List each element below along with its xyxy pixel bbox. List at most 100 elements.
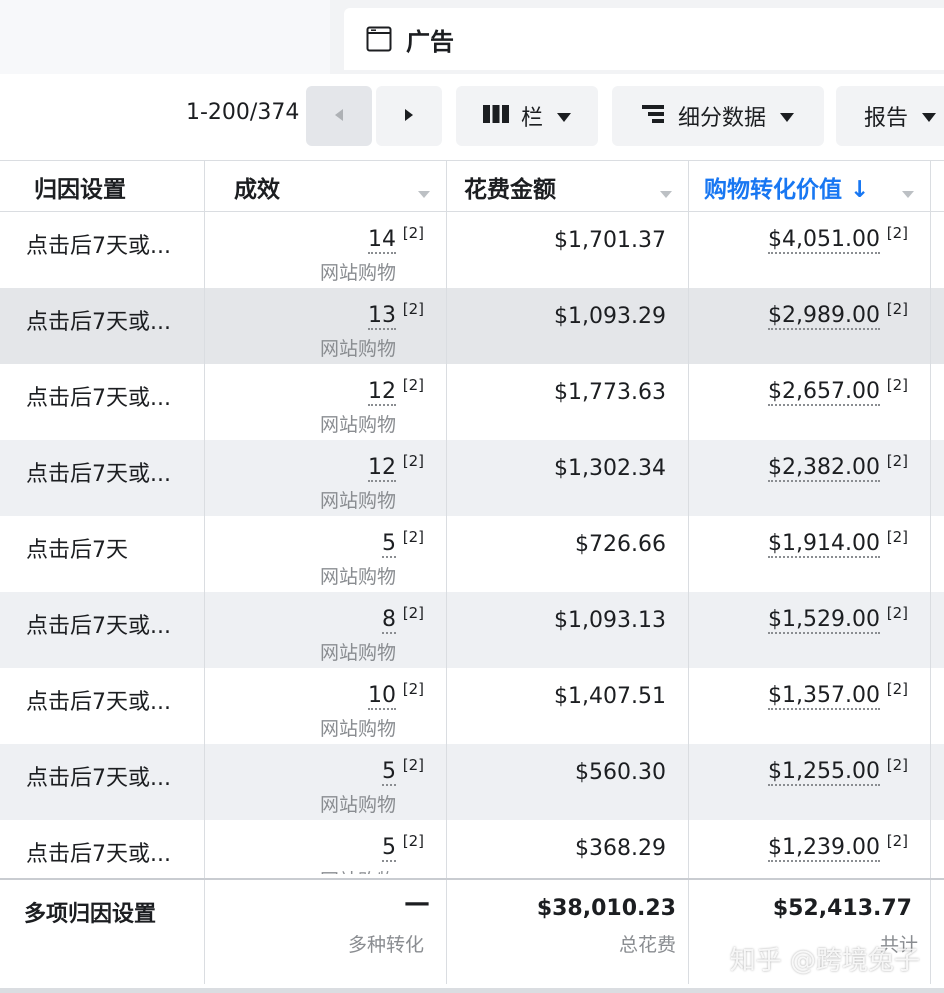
totals-spend: $38,010.23	[536, 896, 676, 921]
bottom-border	[0, 988, 944, 993]
table-row[interactable]: 点击后7天 5 [2] 网站购物 $726.66 $1,914.00 [2]	[0, 516, 944, 592]
cell-results: 13 [2] 网站购物	[204, 288, 446, 364]
purchase-value-footnote[interactable]: [2]	[887, 680, 908, 698]
table-row[interactable]: 点击后7天或... 10 [2] 网站购物 $1,407.51 $1,357.00 [2]	[0, 668, 944, 744]
attribution-text: 点击后7天或...	[26, 766, 171, 791]
purchase-value[interactable]: $1,239.00	[768, 836, 880, 862]
table-row[interactable]: 点击后7天或... 8 [2] 网站购物 $1,093.13 $1,529.00 [2]	[0, 592, 944, 668]
totals-purchase-value: $52,413.77	[772, 896, 912, 921]
results-value[interactable]: 5	[382, 760, 396, 786]
table-row[interactable]: 点击后7天或... 14 [2] 网站购物 $1,701.37 $4,051.00 [2]	[0, 212, 944, 288]
cell-spend: $1,302.34	[446, 440, 688, 516]
attribution-text: 点击后7天	[26, 538, 128, 563]
purchase-value[interactable]: $2,382.00	[768, 456, 880, 482]
table-row[interactable]: 点击后7天或... 13 [2] 网站购物 $1,093.29 $2,989.00 [2]	[0, 288, 944, 364]
purchase-value[interactable]: $1,914.00	[768, 532, 880, 558]
cell-purchase-value: $1,529.00 [2]	[688, 592, 930, 668]
cell-purchase-value: $2,382.00 [2]	[688, 440, 930, 516]
previous-page-button[interactable]	[306, 86, 372, 146]
next-page-button[interactable]	[376, 86, 442, 146]
purchase-value-footnote[interactable]: [2]	[887, 224, 908, 242]
cell-purchase-value: $2,657.00 [2]	[688, 364, 930, 440]
results-type: 网站购物	[320, 866, 396, 874]
breakdown-label: 细分数据	[677, 106, 766, 131]
spend-value: $1,407.51	[554, 684, 666, 709]
results-footnote[interactable]: [2]	[403, 604, 424, 622]
results-value[interactable]: 5	[382, 532, 396, 558]
results-footnote[interactable]: [2]	[403, 756, 424, 774]
results-footnote[interactable]: [2]	[403, 528, 424, 546]
table-header: 归因设置 成效 花费金额 购物转化价值 ↓	[0, 160, 944, 212]
attribution-text: 点击后7天或...	[26, 386, 171, 411]
column-divider	[688, 880, 689, 984]
results-value[interactable]: 12	[368, 456, 396, 482]
columns-button[interactable]: 栏	[456, 86, 598, 146]
table-row[interactable]: 点击后7天或... 12 [2] 网站购物 $1,773.63 $2,657.00 [2]	[0, 364, 944, 440]
results-footnote[interactable]: [2]	[403, 452, 424, 470]
cell-results: 14 [2] 网站购物	[204, 212, 446, 288]
purchase-value[interactable]: $1,529.00	[768, 608, 880, 634]
cell-attribution: 点击后7天或...	[0, 592, 204, 668]
totals-results: —	[404, 888, 430, 918]
purchase-value-footnote[interactable]: [2]	[887, 376, 908, 394]
cell-attribution: 点击后7天或...	[0, 820, 204, 874]
cell-purchase-value: $4,051.00 [2]	[688, 212, 930, 288]
header-results[interactable]: 成效	[204, 161, 446, 213]
results-footnote[interactable]: [2]	[403, 680, 424, 698]
purchase-value-footnote[interactable]: [2]	[887, 300, 908, 318]
cell-results: 5 [2] 网站购物	[204, 820, 446, 874]
totals-spend-sub: 总花费	[618, 934, 676, 956]
results-footnote[interactable]: [2]	[403, 300, 424, 318]
cell-results: 8 [2] 网站购物	[204, 592, 446, 668]
reports-button[interactable]: 报告	[836, 86, 944, 146]
purchase-value-footnote[interactable]: [2]	[887, 452, 908, 470]
table-row[interactable]: 点击后7天或... 5 [2] 网站购物 $560.30 $1,255.00 [2]	[0, 744, 944, 820]
results-value[interactable]: 14	[368, 228, 396, 254]
cell-spend: $1,773.63	[446, 364, 688, 440]
triangle-right-icon	[403, 107, 415, 126]
purchase-value[interactable]: $1,255.00	[768, 760, 880, 786]
cell-attribution: 点击后7天或...	[0, 440, 204, 516]
results-footnote[interactable]: [2]	[403, 224, 424, 242]
results-value[interactable]: 8	[382, 608, 396, 634]
columns-label: 栏	[520, 106, 543, 131]
results-type: 网站购物	[319, 642, 396, 664]
cell-spend: $1,093.29	[446, 288, 688, 364]
purchase-value[interactable]: $2,989.00	[768, 304, 880, 330]
header-attribution[interactable]: 归因设置	[0, 161, 204, 213]
cell-attribution: 点击后7天或...	[0, 288, 204, 364]
purchase-value[interactable]: $4,051.00	[768, 228, 880, 254]
breakdown-button[interactable]: 细分数据	[612, 86, 824, 146]
spend-value: $368.29	[575, 836, 666, 861]
cell-spend: $368.29	[446, 820, 688, 874]
header-spend[interactable]: 花费金额	[446, 161, 688, 213]
cell-attribution: 点击后7天	[0, 516, 204, 592]
table-row[interactable]: 点击后7天或... 5 [2] 网站购物 $368.29 $1,239.00 [2]	[0, 820, 944, 874]
purchase-value-footnote[interactable]: [2]	[887, 756, 908, 774]
purchase-value-footnote[interactable]: [2]	[887, 604, 908, 622]
column-divider	[446, 160, 447, 982]
purchase-value[interactable]: $1,357.00	[768, 684, 880, 710]
reports-label: 报告	[864, 106, 909, 131]
tab-ads[interactable]: 广告	[344, 8, 944, 70]
results-value[interactable]: 12	[368, 380, 396, 406]
attribution-text: 点击后7天或...	[26, 614, 171, 639]
spend-value: $1,093.29	[554, 304, 666, 329]
attribution-text: 点击后7天或...	[26, 690, 171, 715]
results-value[interactable]: 13	[368, 304, 396, 330]
cell-results: 12 [2] 网站购物	[204, 440, 446, 516]
purchase-value-footnote[interactable]: [2]	[887, 528, 908, 546]
header-purchase-value[interactable]: 购物转化价值 ↓	[688, 161, 930, 213]
results-footnote[interactable]: [2]	[403, 832, 424, 850]
results-value[interactable]: 10	[368, 684, 396, 710]
cell-purchase-value: $1,914.00 [2]	[688, 516, 930, 592]
purchase-value[interactable]: $2,657.00	[768, 380, 880, 406]
spend-value: $1,701.37	[554, 228, 666, 253]
cell-spend: $560.30	[446, 744, 688, 820]
table-row[interactable]: 点击后7天或... 12 [2] 网站购物 $1,302.34 $2,382.00 [2]	[0, 440, 944, 516]
cell-attribution: 点击后7天或...	[0, 364, 204, 440]
spend-value: $1,773.63	[554, 380, 666, 405]
results-footnote[interactable]: [2]	[403, 376, 424, 394]
purchase-value-footnote[interactable]: [2]	[887, 832, 908, 850]
results-value[interactable]: 5	[382, 836, 396, 862]
